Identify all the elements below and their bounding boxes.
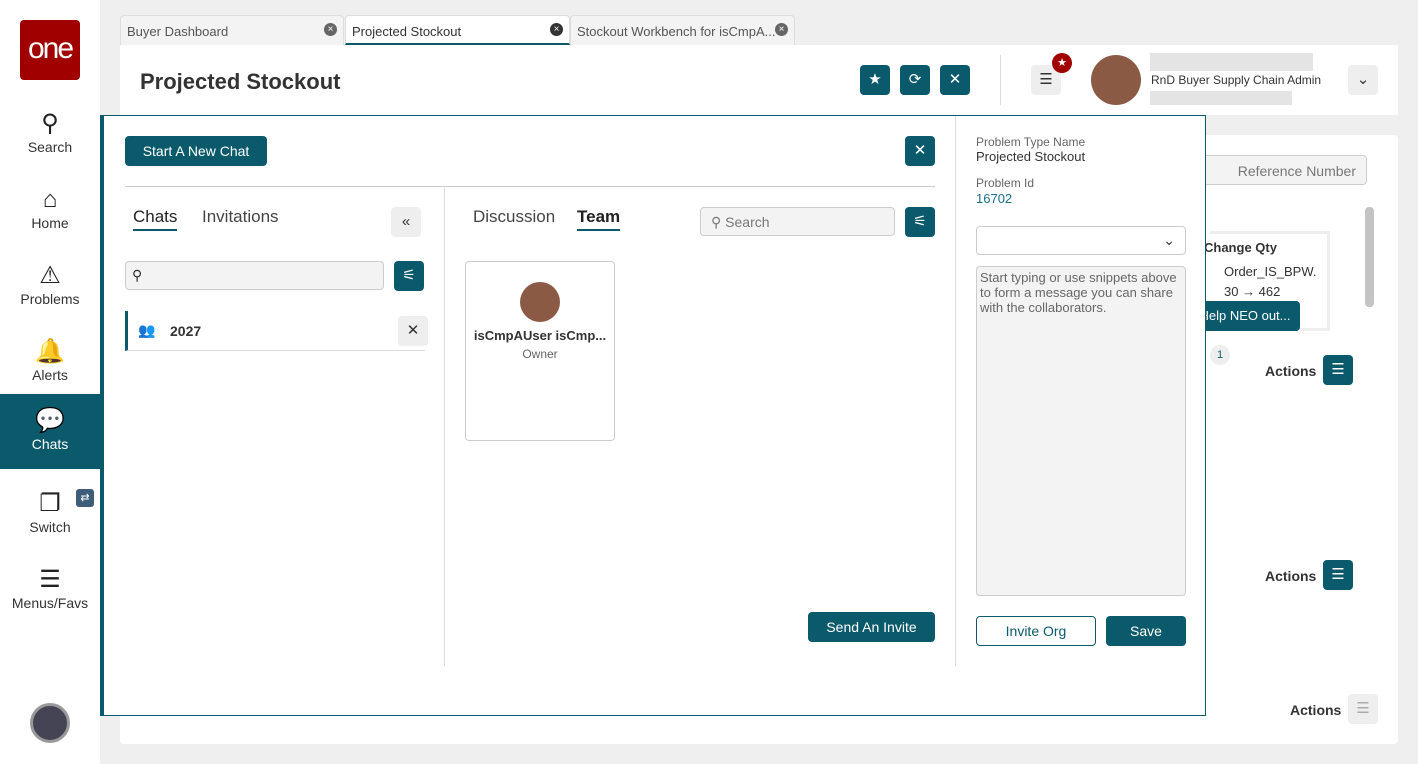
group-icon: 👥: [138, 322, 156, 338]
sidebar-item-switch[interactable]: ❐ Switch ⇄: [0, 477, 100, 552]
tab-team[interactable]: Team: [577, 207, 621, 231]
close-page-button[interactable]: ✕: [940, 65, 970, 95]
actions-menu-button[interactable]: ☰: [1323, 355, 1353, 385]
problem-id-link[interactable]: 16702: [976, 191, 1012, 206]
bell-icon: 🔔: [35, 338, 65, 365]
chat-search-input[interactable]: ⚲: [125, 261, 384, 290]
user-menu-dropdown[interactable]: ⌄: [1348, 65, 1378, 95]
divider: [1000, 55, 1001, 105]
sidebar-item-menus[interactable]: ☰ Menus/Favs: [0, 553, 100, 628]
actions-label: Actions: [1265, 568, 1317, 584]
nav-label: Home: [31, 215, 69, 231]
tab-discussion[interactable]: Discussion: [473, 207, 555, 227]
actions-menu-button[interactable]: ☰: [1323, 560, 1353, 590]
tab-stockout-workbench[interactable]: Stockout Workbench for isCmpA... ×: [570, 15, 795, 45]
sidebar: one ⚲ Search ⌂ Home ⚠ Problems 🔔 Alerts 💬 Cha…: [0, 0, 114, 764]
sidebar-item-chats[interactable]: 💬 Chats: [0, 394, 114, 469]
page-title: Projected Stockout: [140, 69, 341, 94]
team-search-input[interactable]: ⚲ Search: [700, 207, 895, 236]
scrollbar[interactable]: [1365, 207, 1374, 307]
home-icon: ⌂: [42, 186, 58, 213]
chevron-down-icon: ⌄: [1163, 232, 1175, 248]
tab-label: Stockout Workbench for isCmpA...: [577, 24, 776, 39]
collapse-icon[interactable]: «: [391, 207, 421, 237]
filter-button[interactable]: ⚟: [394, 261, 424, 291]
problem-type-value: Projected Stockout: [976, 149, 1086, 164]
user-role: RnD Buyer Supply Chain Admin: [1151, 73, 1322, 87]
nav-label: Search: [27, 139, 73, 155]
member-name: isCmpAUser isCmp...: [473, 328, 607, 343]
sidebar-item-problems[interactable]: ⚠ Problems: [0, 249, 100, 324]
actions-label: Actions: [1265, 363, 1317, 379]
divider: [955, 116, 956, 666]
sidebar-item-search[interactable]: ⚲ Search: [0, 97, 100, 172]
menu-icon: ☰: [39, 566, 61, 593]
search-placeholder: Search: [725, 214, 770, 230]
nav-label: Chats: [31, 436, 69, 452]
divider: [125, 186, 935, 187]
tab-projected-stockout[interactable]: Projected Stockout ×: [345, 15, 570, 45]
nav-label: Switch: [29, 519, 71, 535]
team-filter-button[interactable]: ⚟: [905, 207, 935, 237]
alert-line: 30 → 462: [1224, 284, 1281, 299]
chat-icon: 💬: [35, 407, 65, 434]
sidebar-item-home[interactable]: ⌂ Home: [0, 173, 100, 248]
alert-card: Change Qty Order_IS_BPW. 30 → 462 Help N…: [1190, 231, 1330, 331]
save-button[interactable]: Save: [1106, 616, 1186, 646]
alert-title: Change Qty: [1204, 240, 1277, 255]
nav-label: Menus/Favs: [11, 595, 89, 611]
close-tab-icon[interactable]: ×: [550, 23, 563, 36]
member-avatar: [520, 282, 560, 322]
favorite-button[interactable]: ★: [860, 65, 890, 95]
close-tab-icon[interactable]: ×: [324, 23, 337, 36]
app-logo[interactable]: one: [20, 20, 80, 80]
tab-label: Buyer Dashboard: [127, 24, 229, 39]
favorites-badge-icon: ★: [1052, 53, 1072, 73]
user-name-redacted: [1150, 53, 1313, 71]
chat-list-item[interactable]: 👥 2027 ✕: [125, 311, 428, 351]
team-member-card[interactable]: isCmpAUser isCmp... Owner: [465, 261, 615, 441]
sidebar-item-alerts[interactable]: 🔔 Alerts: [0, 325, 100, 400]
nav-label: Alerts: [32, 367, 68, 383]
message-textarea[interactable]: Start typing or use snippets above to fo…: [976, 266, 1186, 596]
search-icon: ⚲: [132, 267, 143, 283]
search-icon: ⚲: [41, 110, 59, 137]
tab-label: Projected Stockout: [352, 24, 462, 39]
start-new-chat-button[interactable]: Start A New Chat: [125, 136, 267, 166]
close-tab-icon[interactable]: ×: [775, 23, 788, 36]
tab-invitations[interactable]: Invitations: [202, 207, 279, 227]
refresh-button[interactable]: ⟳: [900, 65, 930, 95]
close-modal-button[interactable]: ✕: [905, 136, 935, 166]
invite-org-button[interactable]: Invite Org: [976, 616, 1096, 646]
avatar[interactable]: [1091, 55, 1141, 105]
send-invite-button[interactable]: Send An Invite: [808, 612, 935, 642]
snippet-select[interactable]: ⌄: [976, 226, 1186, 255]
reference-search-input[interactable]: Reference Number: [1180, 155, 1367, 185]
neo-assistant-icon[interactable]: [30, 703, 70, 743]
count-badge: 1: [1210, 345, 1230, 365]
problem-type-label: Problem Type Name: [976, 135, 1086, 149]
alert-line: Order_IS_BPW.: [1224, 264, 1317, 279]
warning-icon: ⚠: [39, 262, 61, 289]
page-header: Projected Stockout ★ ⟳ ✕ ☰ ★ RnD Buyer S…: [120, 45, 1398, 115]
member-role: Owner: [522, 347, 558, 361]
chat-modal: Start A New Chat ✕ Chats Invitations « ⚲…: [100, 115, 1206, 716]
user-org-redacted: [1150, 91, 1292, 105]
help-neo-button[interactable]: Help NEO out...: [1190, 301, 1300, 331]
tab-chats[interactable]: Chats: [133, 207, 178, 231]
remove-chat-button[interactable]: ✕: [398, 316, 428, 346]
chat-name: 2027: [170, 323, 202, 339]
problem-id-label: Problem Id: [976, 176, 1035, 190]
tab-buyer-dashboard[interactable]: Buyer Dashboard ×: [120, 15, 344, 45]
actions-menu-button[interactable]: ☰: [1348, 694, 1378, 724]
switch-badge-icon: ⇄: [76, 489, 94, 507]
nav-label: Problems: [20, 291, 80, 307]
search-icon: ⚲: [711, 214, 722, 230]
divider: [444, 186, 445, 666]
actions-label: Actions: [1290, 702, 1342, 718]
